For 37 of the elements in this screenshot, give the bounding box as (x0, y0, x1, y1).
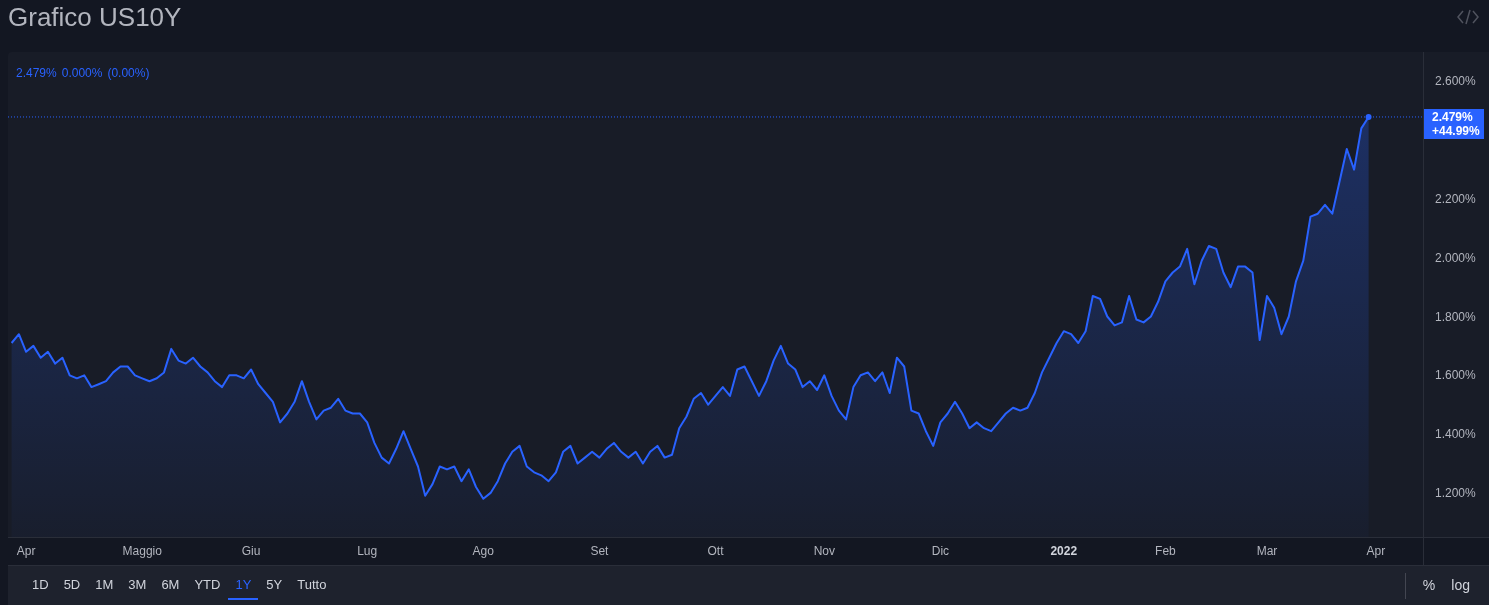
legend-change: 0.000% (61, 65, 103, 82)
y-axis-label: 1.200% (1435, 485, 1476, 500)
x-axis-label: Apr (16, 544, 36, 558)
x-axis-label: Ago (472, 544, 494, 558)
x-axis-label: 2022 (1050, 544, 1078, 558)
y-axis-label: 2.200% (1435, 191, 1476, 206)
range-button[interactable]: 5Y (259, 571, 290, 600)
x-axis-label: Apr (1366, 544, 1386, 558)
y-axis-label: 1.600% (1435, 368, 1476, 383)
legend-change-percent: (0.00%) (107, 65, 150, 82)
x-axis-label: Mar (1256, 544, 1278, 558)
y-axis-label: 1.800% (1435, 309, 1476, 324)
x-axis-label: Lug (357, 544, 378, 558)
embed-code-icon[interactable] (1457, 9, 1479, 25)
chart-title: Grafico US10Y (8, 1, 182, 34)
scale-button[interactable]: % (1415, 575, 1443, 596)
y-axis-label: 2.000% (1435, 250, 1476, 265)
y-axis-label: 2.600% (1435, 74, 1476, 89)
badge-change: +44.99% (1432, 123, 1480, 138)
scale-button[interactable]: log (1444, 575, 1477, 596)
x-axis-label: Feb (1155, 544, 1176, 558)
x-axis-label: Set (590, 544, 609, 558)
x-axis-label: Giu (241, 544, 261, 558)
x-axis-label: Ott (707, 544, 724, 558)
range-button[interactable]: 5D (56, 571, 88, 600)
range-button[interactable]: 6M (154, 571, 187, 600)
x-axis-label: Dic (931, 544, 950, 558)
range-button[interactable]: YTD (187, 571, 228, 600)
range-button[interactable]: 1M (88, 571, 121, 600)
range-button[interactable]: 1D (25, 571, 56, 600)
x-axis-label: Maggio (122, 544, 162, 558)
legend-price: 2.479% (16, 65, 57, 82)
x-axis-label: Nov (813, 544, 835, 558)
badge-price: 2.479% (1432, 109, 1473, 124)
y-axis-label: 1.400% (1435, 427, 1476, 442)
range-button[interactable]: Tutto (290, 571, 334, 600)
range-button[interactable]: 3M (121, 571, 154, 600)
